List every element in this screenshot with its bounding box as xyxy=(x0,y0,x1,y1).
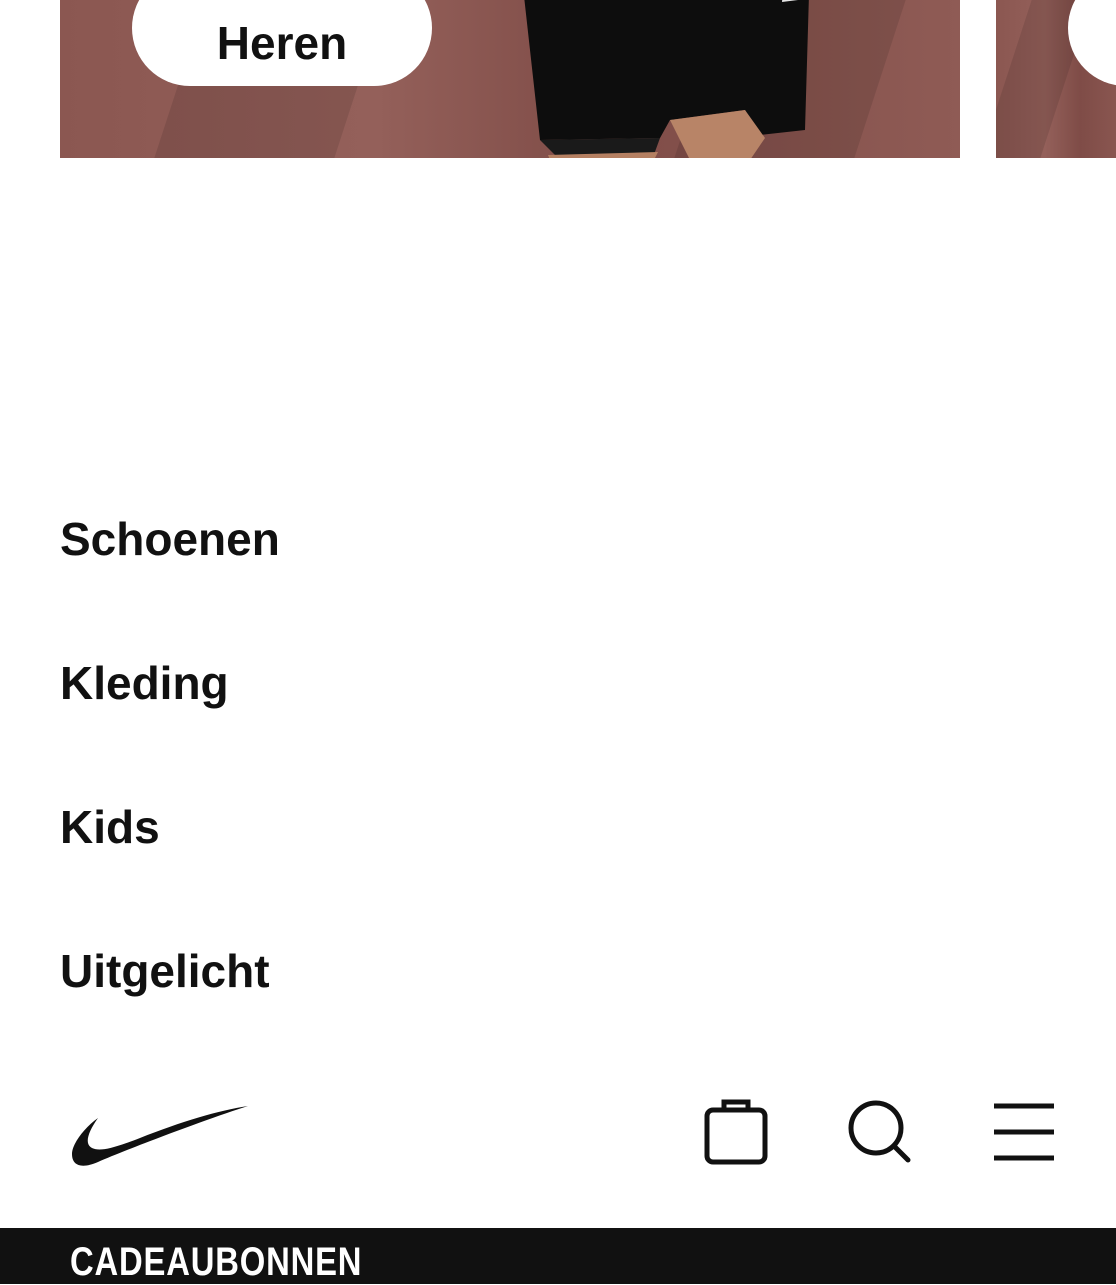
carousel-card-men[interactable]: Heren xyxy=(60,0,960,158)
nav-item-kleding[interactable]: Kleding xyxy=(60,624,1060,768)
nike-logo[interactable] xyxy=(70,1104,250,1172)
promo-bar: CADEAUBONNEN xyxy=(0,1228,1116,1284)
shopping-bag-icon[interactable] xyxy=(700,1096,772,1168)
menu-icon[interactable] xyxy=(988,1096,1060,1168)
model-legs-image xyxy=(524,0,809,158)
card-button-heren[interactable]: Heren xyxy=(132,0,432,86)
nav-item-kids[interactable]: Kids xyxy=(60,768,1060,912)
nav-item-schoenen[interactable]: Schoenen xyxy=(60,480,1060,624)
card-button-next[interactable] xyxy=(1068,0,1116,86)
category-carousel: Heren xyxy=(0,0,1116,160)
nav-item-uitgelicht[interactable]: Uitgelicht xyxy=(60,912,1060,1056)
category-nav: Schoenen Kleding Kids Uitgelicht xyxy=(60,480,1060,1056)
search-icon[interactable] xyxy=(844,1096,916,1168)
carousel-card-next[interactable] xyxy=(996,0,1116,158)
promo-gift-cards-link[interactable]: CADEAUBONNEN xyxy=(70,1240,362,1285)
